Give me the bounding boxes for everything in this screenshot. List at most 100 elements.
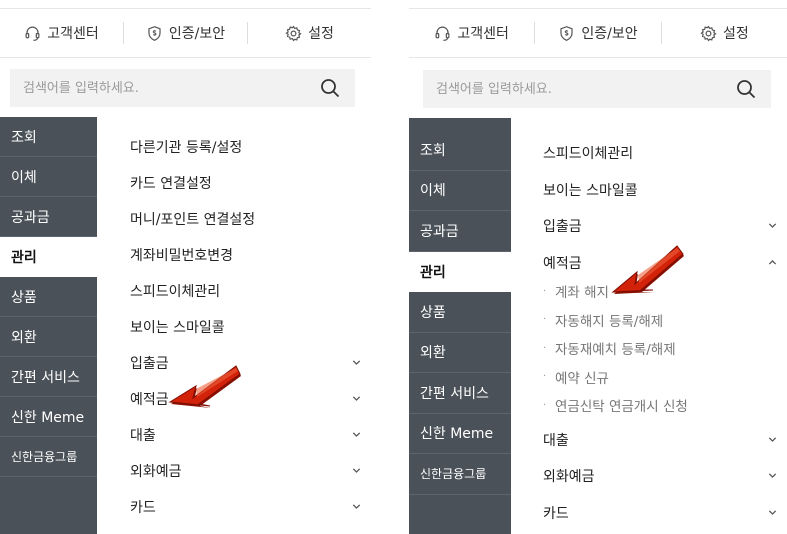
submenu-item-label: 자동해지 등록/해제: [555, 313, 664, 330]
chevron-down-icon: [352, 358, 361, 367]
submenu-item-label: 예약 신규: [555, 370, 609, 387]
sidebar-item-inquiry[interactable]: 조회: [0, 117, 97, 157]
bullet-icon: ·: [543, 342, 547, 354]
savings-submenu: · 계좌 해지 · 자동해지 등록/해제 · 자동재예치 등록/해제 · 예약 신규 ·…: [543, 277, 787, 420]
search-input[interactable]: [423, 69, 735, 109]
menu-item-label: 카드: [130, 500, 156, 516]
submenu-item-auto-close[interactable]: · 자동해지 등록/해제: [543, 306, 787, 335]
sidebar-item-utility-bill[interactable]: 공과금: [409, 211, 511, 252]
submenu-list: 스피드이체관리 보이는 스마일콜 입출금 예적금 · 계좌 해지 · 자동해지 등록…: [543, 135, 787, 531]
menu-item-label: 카드: [543, 505, 569, 522]
search-icon[interactable]: [735, 78, 757, 100]
sidebar-item-shinhan-meme[interactable]: 신한 Meme: [409, 414, 511, 454]
submenu-item-label: 자동재예치 등록/해제: [555, 342, 676, 359]
menu-item-card[interactable]: 카드: [543, 495, 787, 532]
bullet-icon: ·: [543, 371, 547, 383]
submenu-item-reserve-new[interactable]: · 예약 신규: [543, 363, 787, 392]
auth-security-label: 인증/보안: [168, 26, 226, 42]
sidebar-item-shinhan-group[interactable]: 신한금융그룹: [0, 437, 97, 477]
auth-security-button[interactable]: 인증/보안: [535, 9, 660, 57]
sidebar-item-easy-service[interactable]: 간편 서비스: [0, 357, 97, 397]
customer-center-button[interactable]: 고객센터: [0, 9, 123, 57]
menu-panel-left: 고객센터 인증/보안 설정 조회 이체 공과금 관리 상품 외환 간편 서비스: [0, 0, 371, 534]
settings-button[interactable]: 설정: [662, 9, 787, 57]
chevron-down-icon: [768, 221, 777, 230]
settings-button[interactable]: 설정: [248, 9, 371, 57]
submenu-item-label: 연금신탁 연금개시 신청: [555, 399, 688, 416]
sidebar-item-easy-service[interactable]: 간편 서비스: [409, 373, 511, 414]
menu-item-smile-call[interactable]: 보이는 스마일콜: [130, 309, 371, 345]
chevron-down-icon: [352, 502, 361, 511]
chevron-down-icon: [352, 430, 361, 439]
menu-item-foreign-deposit[interactable]: 외화예금: [130, 453, 371, 489]
sidebar-item-foreign-exchange[interactable]: 외환: [409, 333, 511, 373]
menu-item-label: 입출금: [130, 356, 169, 372]
sidebar-item-inquiry[interactable]: 조회: [409, 130, 511, 171]
menu-item-smile-call[interactable]: 보이는 스마일콜: [543, 172, 787, 209]
bullet-icon: ·: [543, 399, 547, 411]
shield-icon: [146, 25, 163, 42]
customer-center-label: 고객센터: [47, 26, 99, 42]
search-bar: [10, 68, 355, 108]
category-sidebar: 조회 이체 공과금 관리 상품 외환 간편 서비스 신한 Meme 신한금융그룹: [409, 118, 511, 534]
chevron-down-icon: [768, 435, 777, 444]
sidebar-item-products[interactable]: 상품: [0, 277, 97, 317]
menu-panel-right: 고객센터 인증/보안 설정 조회 이체 공과금 관리 상품 외환 간편 서비스: [409, 0, 787, 534]
submenu-item-pension-start[interactable]: · 연금신탁 연금개시 신청: [543, 391, 787, 420]
menu-item-other-institution[interactable]: 다른기관 등록/설정: [130, 129, 371, 165]
red-arrow-icon: [166, 356, 242, 416]
search-icon[interactable]: [319, 77, 341, 99]
menu-item-label: 외화예금: [543, 469, 595, 486]
gear-icon: [700, 25, 717, 42]
chevron-down-icon: [768, 508, 777, 517]
bullet-icon: ·: [543, 285, 547, 297]
sidebar-item-products[interactable]: 상품: [409, 292, 511, 333]
chevron-up-icon: [768, 258, 777, 267]
settings-label: 설정: [722, 26, 749, 42]
menu-item-money-point-link[interactable]: 머니/포인트 연결설정: [130, 201, 371, 237]
red-arrow-icon: [609, 236, 685, 298]
sidebar-item-management[interactable]: 관리: [0, 237, 97, 277]
top-bar: 고객센터 인증/보안 설정: [409, 8, 787, 58]
menu-item-card-link[interactable]: 카드 연결설정: [130, 165, 371, 201]
menu-item-label: 대출: [543, 432, 569, 449]
auth-security-button[interactable]: 인증/보안: [124, 9, 247, 57]
sidebar-item-transfer[interactable]: 이체: [0, 157, 97, 197]
menu-item-foreign-deposit[interactable]: 외화예금: [543, 458, 787, 495]
sidebar-item-utility-bill[interactable]: 공과금: [0, 197, 97, 237]
menu-item-account-password[interactable]: 계좌비밀번호변경: [130, 237, 371, 273]
chevron-down-icon: [352, 394, 361, 403]
menu-item-label: 외화예금: [130, 464, 182, 480]
bullet-icon: ·: [543, 314, 547, 326]
auth-security-label: 인증/보안: [581, 26, 638, 42]
menu-item-label: 예적금: [543, 255, 582, 272]
submenu-list: 다른기관 등록/설정 카드 연결설정 머니/포인트 연결설정 계좌비밀번호변경 …: [130, 129, 371, 525]
sidebar-item-shinhan-group[interactable]: 신한금융그룹: [409, 454, 511, 495]
menu-item-loan[interactable]: 대출: [543, 422, 787, 459]
sidebar-item-shinhan-meme[interactable]: 신한 Meme: [0, 397, 97, 437]
menu-item-card[interactable]: 카드: [130, 489, 371, 525]
menu-item-loan[interactable]: 대출: [130, 417, 371, 453]
chevron-down-icon: [768, 471, 777, 480]
customer-center-button[interactable]: 고객센터: [409, 9, 534, 57]
headset-icon: [24, 25, 41, 42]
submenu-item-label: 계좌 해지: [555, 285, 609, 302]
menu-item-label: 대출: [130, 428, 156, 444]
menu-item-label: 예적금: [130, 392, 169, 408]
headset-icon: [434, 25, 451, 42]
search-input[interactable]: [10, 68, 319, 108]
category-sidebar: 조회 이체 공과금 관리 상품 외환 간편 서비스 신한 Meme 신한금융그룹: [0, 117, 97, 534]
customer-center-label: 고객센터: [457, 26, 509, 42]
top-bar: 고객센터 인증/보안 설정: [0, 8, 371, 58]
chevron-down-icon: [352, 466, 361, 475]
menu-item-speed-transfer[interactable]: 스피드이체관리: [130, 273, 371, 309]
sidebar-item-foreign-exchange[interactable]: 외환: [0, 317, 97, 357]
settings-label: 설정: [308, 26, 334, 42]
menu-item-label: 입출금: [543, 219, 582, 236]
submenu-item-auto-redeposit[interactable]: · 자동재예치 등록/해제: [543, 334, 787, 363]
search-bar: [423, 69, 771, 109]
menu-item-speed-transfer[interactable]: 스피드이체관리: [543, 135, 787, 172]
shield-icon: [558, 25, 575, 42]
sidebar-item-transfer[interactable]: 이체: [409, 171, 511, 211]
sidebar-item-management[interactable]: 관리: [409, 251, 511, 292]
